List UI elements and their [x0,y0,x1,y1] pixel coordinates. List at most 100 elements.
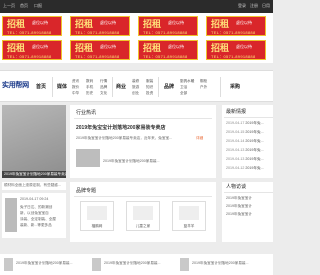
nav-sub-link[interactable]: 全部 [180,91,187,96]
divider [74,118,212,119]
ad-slot-1[interactable]: 招租 虚位以待 TEL：0571-89918888 [2,16,62,36]
nav-sub-link[interactable]: 报价 [72,85,79,90]
topbar-link-prev[interactable]: 上一页 [3,3,15,9]
nav-sub-link[interactable]: 橱柜 [200,79,207,84]
hot-news-thumb[interactable] [76,149,100,167]
people-item[interactable]: 2019年兔宝宝计 [226,204,272,209]
ad-side-text: 虚位以待 [32,44,48,49]
ad-side-text: 虚位以待 [236,44,252,49]
slideshow-caption-bar: 2019年兔宝宝计划落地200家易装专卖店 [2,171,66,178]
notice-thumb[interactable] [5,198,17,232]
people-item[interactable]: 2019年兔宝宝计 [226,196,272,201]
bottom-news-item[interactable]: 2019年兔宝宝计划落地200家易装... [192,261,270,266]
nav-divider [52,77,53,97]
divider [224,192,273,193]
ad-slot-6[interactable]: 招租 虚位以待 TEL：0571-89918888 [70,40,130,60]
nav-sub-link[interactable]: 数码 [86,79,93,84]
topbar-link-login[interactable]: 登录 [238,3,246,9]
ad-phone: TEL：0571-89918888 [211,30,256,35]
brand-panel: 品牌专题 福鹅网 儿童之家 蓝羊羊 [70,182,216,242]
nav-sub-link[interactable]: 历史 [86,91,93,96]
ad-phone: TEL：0571-89918888 [75,30,120,35]
nav-category-brand[interactable]: 品牌 [164,84,174,90]
brand-card[interactable]: 蓝羊羊 [172,201,206,231]
nav-sub-link[interactable]: 资讯 [72,79,79,84]
latest-news-item[interactable]: 2019-04-15 2019年兔... [226,130,272,135]
nav-sub-link[interactable]: 中华 [72,91,79,96]
scroll-note-bar: 顺材料全面上涨原定制，有些疑惑... [2,182,66,190]
topbar-link-home[interactable]: 首页 [20,3,28,9]
nav-sub-link[interactable]: 文化 [100,91,107,96]
top-bar: 上一页 首页 口报 登录 注册 日用 [0,0,273,13]
scroll-note[interactable]: 顺材料全面上涨原定制，有些疑惑... [4,183,64,188]
nav-category-media[interactable]: 媒体 [57,84,67,90]
ad-slot-3[interactable]: 招租 虚位以待 TEL：0571-89918888 [138,16,198,36]
ad-big-text: 招租 [75,43,94,53]
ad-side-text: 虚位以待 [100,20,116,25]
nav-sub-link[interactable]: 投资 [146,91,153,96]
bottom-news-item[interactable]: 2019年兔宝宝计划落地200家易装... [104,261,174,266]
nav-category-business[interactable]: 商业 [116,84,126,90]
ad-slot-2[interactable]: 招租 虚位以待 TEL：0571-89918888 [70,16,130,36]
ad-big-text: 招租 [143,19,162,29]
ad-side-text: 虚位以待 [168,44,184,49]
bottom-thumb[interactable] [4,258,13,271]
notice-line: 兔子日达、的新潮创 [20,205,53,209]
nav-sub-link[interactable]: 创业 [132,91,139,96]
people-item[interactable]: 2019年兔宝宝计 [226,212,272,217]
nav-sub-link[interactable]: 品牌 [100,85,107,90]
divider [224,117,273,118]
nav-sub-link[interactable]: 行情 [100,79,107,84]
ad-big-text: 招租 [7,19,26,29]
ad-big-text: 招租 [143,43,162,53]
topbar-link-daily[interactable]: 日用 [262,3,270,9]
divider [74,196,212,197]
ad-big-text: 招租 [7,43,26,53]
nav-sub-link[interactable]: 厨具水暖 [180,79,194,84]
bottom-thumb[interactable] [180,258,189,271]
ad-slot-5[interactable]: 招租 虚位以待 TEL：0571-89918888 [2,40,62,60]
brand-panel-title: 品牌专题 [76,188,97,194]
nav-sub-link[interactable]: 卫浴 [180,85,187,90]
topbar-link-news[interactable]: 口报 [34,3,42,9]
topbar-link-register[interactable]: 注册 [250,3,258,9]
brand-name: 蓝羊羊 [183,224,195,228]
ad-big-text: 招租 [211,43,230,53]
nav-sub-link[interactable]: 知识 [146,85,153,90]
ad-slot-8[interactable]: 招租 虚位以待 TEL：0571-89918888 [206,40,266,60]
notice-line: 新，以创兔宝宝自 [20,211,49,215]
slideshow-caption[interactable]: 2019年兔宝宝计划落地200家易装专卖店 [4,172,66,177]
hot-news-side-headline[interactable]: 2019年兔宝宝计划落地200家易装... [103,159,203,164]
latest-news-item[interactable]: 2019-04-13 2019年兔... [226,157,272,162]
bottom-news-item[interactable]: 2019年兔宝宝计划落地200家易装... [16,261,86,266]
nav-home[interactable]: 首页 [36,84,46,90]
latest-news-item[interactable]: 2019-04-12 2019年兔... [226,166,272,171]
nav-divider [158,77,159,97]
people-panel: 人物访谈 2019年兔宝宝计 2019年兔宝宝计 2019年兔宝宝计 [222,182,273,242]
brand-name: 儿童之家 [135,224,151,228]
ad-big-text: 招租 [75,19,94,29]
ad-slot-4[interactable]: 招租 虚位以待 TEL：0571-89918888 [206,16,266,36]
site-logo[interactable]: 实用帮网 [2,82,29,90]
latest-news-item[interactable]: 2019-04-14 2019年兔... [226,139,272,144]
hot-news-more-link[interactable]: 详细 [196,136,203,141]
ad-side-text: 虚位以待 [32,20,48,25]
slideshow-image[interactable] [2,105,66,178]
nav-category-purchase[interactable]: 采购 [230,84,240,90]
ad-side-text: 虚位以待 [236,20,252,25]
ad-slot-7[interactable]: 招租 虚位以待 TEL：0571-89918888 [138,40,198,60]
ad-phone: TEL：0571-89918888 [7,54,52,59]
nav-sub-link[interactable]: 旅游 [132,85,139,90]
nav-sub-link[interactable]: 装修 [132,79,139,84]
latest-news-item[interactable]: 2019-04-17 2019年兔... [226,121,272,126]
bottom-news-row: 2019年兔宝宝计划落地200家易装... 2019年兔宝宝计划落地200家易装… [0,254,273,275]
bottom-thumb[interactable] [92,258,101,271]
latest-news-item[interactable]: 2019-04-13 2019年兔... [226,148,272,153]
brand-card[interactable]: 儿童之家 [126,201,160,231]
ad-phone: TEL：0571-89918888 [7,30,52,35]
brand-card[interactable]: 福鹅网 [80,201,114,231]
nav-sub-link[interactable]: 服装 [146,79,153,84]
nav-sub-link[interactable]: 手机 [86,85,93,90]
hot-news-headline[interactable]: 2019年兔宝宝计划落地200家易装专卖店 [76,125,165,131]
nav-sub-link[interactable]: 户外 [200,85,207,90]
